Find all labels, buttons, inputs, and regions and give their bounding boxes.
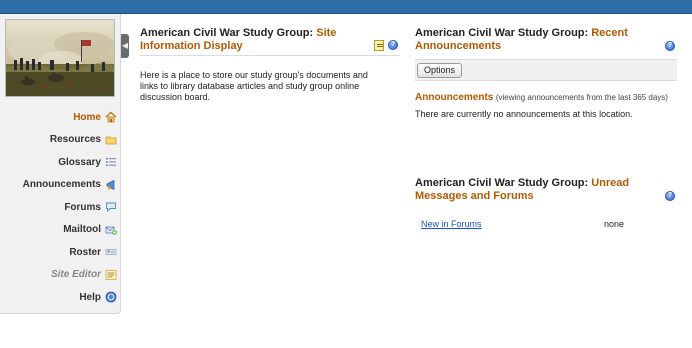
portlet-header: American Civil War Study Group: Site Inf… <box>140 27 400 56</box>
sidebar-item-announcements[interactable]: Announcements <box>0 174 121 197</box>
editor-icon <box>105 269 117 281</box>
announcements-portlet: American Civil War Study Group: Recent A… <box>415 27 677 119</box>
site-sidebar: Home Resources Glossary Announcements Fo… <box>0 14 121 314</box>
sidebar-item-label: Forums <box>64 201 101 213</box>
help-icon[interactable]: ? <box>665 191 675 201</box>
sidebar-item-home[interactable]: Home <box>0 106 121 129</box>
mail-icon <box>105 224 117 236</box>
announcements-label: Announcements <box>415 92 494 103</box>
list-icon <box>105 156 117 168</box>
help-icon[interactable]: ? <box>665 41 675 51</box>
sidebar-item-help[interactable]: Help <box>0 286 121 309</box>
sidebar-item-glossary[interactable]: Glossary <box>0 151 121 174</box>
portlet-title: American Civil War Study Group: Recent A… <box>415 27 643 53</box>
sidebar-item-label: Glossary <box>58 156 101 168</box>
site-description: Here is a place to store our study group… <box>140 70 368 102</box>
sidebar-item-label: Site Editor <box>50 269 101 281</box>
sidebar-item-label: Help <box>79 291 101 303</box>
empty-announcements-message: There are currently no announcements at … <box>415 109 633 119</box>
top-banner <box>0 0 692 14</box>
new-in-forums-link[interactable]: New in Forums <box>421 219 604 229</box>
unread-count-value: none <box>604 219 625 229</box>
sidebar-item-mailtool[interactable]: Mailtool <box>0 219 121 242</box>
title-prefix: American Civil War Study Group: <box>415 27 592 39</box>
title-prefix: American Civil War Study Group: <box>415 177 592 189</box>
site-info-portlet: American Civil War Study Group: Site Inf… <box>140 27 400 103</box>
options-button[interactable]: Options <box>417 63 463 78</box>
home-icon <box>105 111 117 123</box>
sidebar-item-site-editor[interactable]: Site Editor <box>0 264 121 287</box>
sidebar-item-label: Roster <box>69 246 101 258</box>
sidebar-item-label: Announcements <box>22 179 101 191</box>
megaphone-icon <box>105 179 117 191</box>
portlet-actions: ? <box>665 41 675 51</box>
announcements-heading: Announcements (viewing announcements fro… <box>415 92 677 103</box>
edit-icon[interactable] <box>374 40 384 51</box>
portlet-header: American Civil War Study Group: Unread M… <box>415 177 677 205</box>
battle-painting-image <box>6 20 114 96</box>
sidebar-item-label: Mailtool <box>63 224 101 236</box>
sidebar-item-label: Home <box>73 111 101 123</box>
roster-icon <box>105 246 117 258</box>
announcements-note: (viewing announcements from the last 365… <box>495 93 668 102</box>
title-prefix: American Civil War Study Group: <box>140 27 317 39</box>
site-logo-image <box>5 19 115 97</box>
sidebar-item-roster[interactable]: Roster <box>0 241 121 264</box>
portlet-actions: ? <box>665 191 675 201</box>
portlet-title: American Civil War Study Group: Unread M… <box>415 177 643 203</box>
portlet-title: American Civil War Study Group: Site Inf… <box>140 27 366 53</box>
help-icon[interactable]: ? <box>388 40 398 50</box>
unread-messages-portlet: American Civil War Study Group: Unread M… <box>415 177 677 229</box>
table-row: New in Forums none <box>415 219 677 229</box>
help-icon <box>105 291 117 303</box>
folder-icon <box>105 134 117 146</box>
options-toolbar: Options <box>415 59 677 81</box>
tool-menu: Home Resources Glossary Announcements Fo… <box>0 106 121 309</box>
speech-bubble-icon <box>105 201 117 213</box>
collapse-sidebar-toggle[interactable]: ◀ <box>121 34 129 58</box>
sidebar-item-label: Resources <box>49 134 101 146</box>
sidebar-item-resources[interactable]: Resources <box>0 129 121 152</box>
portlet-header: American Civil War Study Group: Recent A… <box>415 27 677 55</box>
sidebar-item-forums[interactable]: Forums <box>0 196 121 219</box>
portlet-actions: ? <box>374 40 398 51</box>
